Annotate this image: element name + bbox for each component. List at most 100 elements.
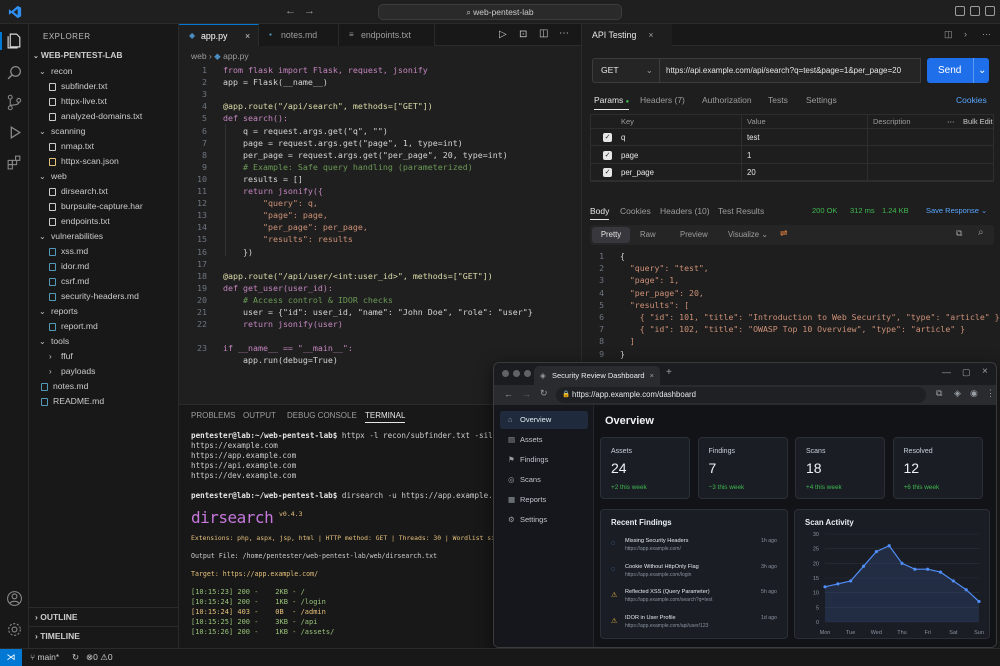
remote-indicator-icon[interactable]: ⋊ (0, 649, 22, 666)
param-value[interactable]: 1 (747, 147, 751, 164)
back-icon[interactable]: ← (504, 389, 513, 399)
shield-icon[interactable]: ◈ (954, 388, 961, 399)
new-tab-icon[interactable]: + (666, 367, 672, 378)
more-actions-icon[interactable]: ⋯ (947, 115, 955, 129)
folder-recon[interactable]: ⌄ recon (29, 64, 179, 79)
file-xss-md[interactable]: xss.md (29, 244, 179, 259)
param-checkbox[interactable]: ✓ (603, 168, 612, 177)
browser-tab[interactable]: ◈ Security Review Dashboard × (534, 366, 660, 385)
copy-icon[interactable]: ⧉ (956, 228, 962, 239)
stat-card-findings[interactable]: Findings 7 −3 this week (697, 437, 788, 499)
tab-params[interactable]: Params ● (594, 95, 630, 110)
code-editor[interactable]: 1 from flask import Flask, request, jsoni… (179, 64, 581, 404)
tab-output[interactable]: OUTPUT (243, 411, 276, 420)
file-subfinder-txt[interactable]: subfinder.txt (29, 79, 179, 94)
param-key[interactable]: per_page (621, 164, 654, 181)
explorer-icon[interactable] (6, 32, 23, 49)
more-actions-icon[interactable]: ⋮ (986, 388, 995, 399)
forward-icon[interactable]: → (522, 389, 531, 399)
chevron-right-icon[interactable]: › (964, 29, 967, 39)
view-raw[interactable]: Raw (640, 227, 656, 243)
settings-gear-icon[interactable] (6, 621, 23, 638)
param-value[interactable]: 20 (747, 164, 756, 181)
minimize-icon[interactable]: — (942, 367, 951, 377)
nav-scans[interactable]: ◎ Scans (500, 471, 588, 489)
address-bar[interactable]: 🔒 https://app.example.com/dashboard (556, 387, 926, 403)
toggle-panel-icon[interactable] (970, 6, 980, 16)
nav-overview[interactable]: ⌂ Overview (500, 411, 588, 429)
finding-item[interactable]: ⚠ Reflected XSS (Query Parameter) https://… (611, 589, 789, 615)
more-actions-icon[interactable]: ⋯ (982, 29, 991, 40)
close-icon[interactable]: × (245, 25, 250, 47)
maximize-icon[interactable]: ▢ (962, 367, 971, 378)
tab-body[interactable]: Body (590, 206, 610, 220)
tab-notes-md[interactable]: ▪ notes.md (259, 24, 339, 46)
cookies-link[interactable]: Cookies (956, 95, 987, 105)
method-select[interactable]: GET ⌄ (592, 58, 660, 83)
timeline-section[interactable]: › TIMELINE (29, 626, 179, 644)
stat-card-resolved[interactable]: Resolved 12 +6 this week (892, 437, 983, 499)
finding-item[interactable]: ◌ Missing Security Headers https://app.exa… (611, 538, 789, 564)
chevron-down-icon[interactable]: ⌄ (973, 58, 986, 83)
wrap-lines-icon[interactable]: ⇌ (780, 228, 788, 239)
run-debug-icon[interactable] (6, 124, 23, 141)
save-response-button[interactable]: Save Response ⌄ (926, 206, 987, 215)
folder-web[interactable]: ⌄ web (29, 169, 179, 184)
data-point[interactable] (861, 564, 866, 568)
file-httpx-scan-json[interactable]: httpx-scan.json (29, 154, 179, 169)
folder-ffuf[interactable]: › ffuf (29, 349, 179, 364)
tab-tests[interactable]: Tests (768, 95, 788, 105)
profile-icon[interactable]: ◉ (970, 388, 978, 399)
command-center-search[interactable]: ⌕ web-pentest-lab (378, 4, 622, 20)
data-point[interactable] (938, 570, 943, 574)
window-dot[interactable] (524, 370, 531, 377)
tab-endpoints-txt[interactable]: ≡ endpoints.txt (339, 24, 435, 46)
param-key[interactable]: page (621, 147, 638, 164)
stat-card-scans[interactable]: Scans 18 +4 this week (795, 437, 885, 499)
folder-reports[interactable]: ⌄ reports (29, 304, 179, 319)
tab-problems[interactable]: PROBLEMS (191, 411, 235, 420)
file-security-headers-md[interactable]: security-headers.md (29, 289, 179, 304)
forward-icon[interactable]: → (304, 5, 315, 17)
window-dot[interactable] (502, 370, 509, 377)
file-readme-md[interactable]: README.md (29, 394, 179, 409)
url-input[interactable]: https://api.example.com/api/search?q=tes… (659, 58, 921, 83)
send-button[interactable]: Send ⌄ (927, 58, 989, 83)
data-point[interactable] (887, 544, 891, 548)
folder-vulnerabilities[interactable]: ⌄ vulnerabilities (29, 229, 179, 244)
tab-api-testing[interactable]: API Testing × (582, 24, 672, 46)
file-dirsearch-txt[interactable]: dirsearch.txt (29, 184, 179, 199)
window-dot[interactable] (513, 370, 520, 377)
outline-section[interactable]: › OUTLINE (29, 607, 179, 625)
breadcrumb-folder[interactable]: web (191, 51, 207, 61)
run-file-icon[interactable]: ▷ (499, 29, 507, 40)
nav-assets[interactable]: ▤ Assets (500, 431, 588, 449)
more-actions-icon[interactable]: ⋯ (559, 28, 569, 39)
tab-app-py[interactable]: ◆ app.py × (179, 24, 259, 46)
extensions-icon[interactable]: ⧉ (936, 388, 942, 399)
tab-authorization[interactable]: Authorization (702, 95, 752, 105)
finding-item[interactable]: ⚠ IDOR in User Profile https://app.example… (611, 615, 789, 641)
close-icon[interactable]: × (648, 30, 653, 40)
file-idor-md[interactable]: idor.md (29, 259, 179, 274)
split-editor-icon[interactable]: ⊡ (519, 29, 527, 40)
tab-response-headers[interactable]: Headers (10) (660, 206, 710, 216)
file-report-md[interactable]: report.md (29, 319, 179, 334)
data-point[interactable] (823, 585, 827, 589)
data-point[interactable] (874, 550, 878, 554)
close-icon[interactable]: × (650, 366, 654, 385)
extensions-icon[interactable] (6, 154, 23, 171)
stat-card-assets[interactable]: Assets 24 +2 this week (600, 437, 690, 499)
tab-terminal[interactable]: TERMINAL (365, 411, 406, 423)
response-body[interactable]: 1{2 "query": "test", 3 "page": 1, 4 "per_p… (582, 250, 1000, 370)
split-editor-icon[interactable]: ◫ (944, 29, 953, 40)
file-httpx-live-txt[interactable]: httpx-live.txt (29, 94, 179, 109)
search-icon[interactable] (6, 64, 23, 81)
account-icon[interactable] (6, 590, 23, 607)
sync-icon[interactable]: ↻ (72, 649, 79, 666)
file-endpoints-txt[interactable]: endpoints.txt (29, 214, 179, 229)
close-window-icon[interactable]: × (982, 366, 988, 377)
data-point[interactable] (913, 567, 917, 571)
file-burpsuite-capture-har[interactable]: burpsuite-capture.har (29, 199, 179, 214)
param-value[interactable]: test (747, 129, 760, 146)
